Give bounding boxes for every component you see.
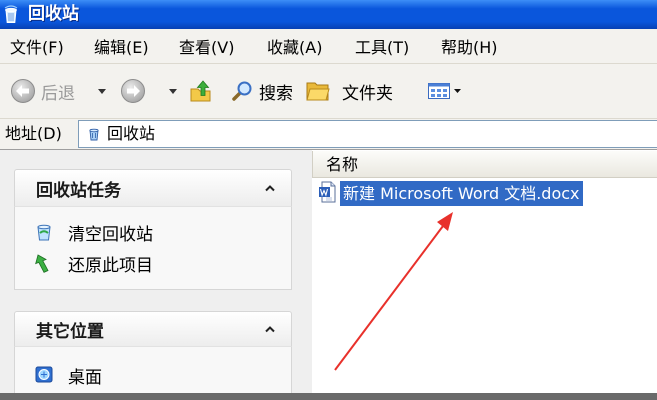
- window-bottom-border: [0, 393, 657, 400]
- panel-recycle-bin-tasks: 回收站任务 清空回收站 还原此项目: [14, 169, 292, 290]
- address-label: 地址(D): [5, 124, 62, 143]
- collapse-button[interactable]: [264, 312, 276, 346]
- chevron-down-icon: [169, 88, 177, 94]
- back-dropdown[interactable]: [98, 64, 106, 118]
- empty-recycle-bin-icon: [37, 224, 51, 241]
- main-area: 回收站任务 清空回收站 还原此项目 其它位置 桌面 名称 新建 Microsof…: [0, 150, 657, 393]
- restore-item-icon: [35, 254, 49, 273]
- file-item[interactable]: 新建 Microsoft Word 文档.docx: [312, 180, 657, 206]
- address-value: 回收站: [107, 124, 156, 143]
- task-pane: 回收站任务 清空回收站 还原此项目 其它位置 桌面: [0, 150, 312, 393]
- panel-header[interactable]: 回收站任务: [14, 169, 292, 206]
- collapse-button[interactable]: [264, 170, 276, 206]
- folders-label: 文件夹: [342, 83, 393, 104]
- title-bar[interactable]: 回收站: [0, 0, 657, 29]
- task-label: 清空回收站: [68, 224, 153, 245]
- file-list[interactable]: 名称 新建 Microsoft Word 文档.docx: [312, 150, 657, 393]
- restore-item-link[interactable]: 还原此项目: [35, 251, 153, 276]
- task-label: 桌面: [68, 367, 102, 388]
- back-button[interactable]: 后退: [10, 64, 75, 118]
- up-button[interactable]: [189, 64, 213, 118]
- menu-help[interactable]: 帮助(H): [441, 34, 498, 58]
- address-bar: 地址(D) 回收站: [0, 118, 657, 150]
- search-icon: [232, 81, 252, 101]
- views-icon: [428, 83, 450, 99]
- column-header-name[interactable]: 名称: [312, 151, 657, 178]
- menu-file[interactable]: 文件(F): [10, 34, 94, 58]
- empty-recycle-bin-link[interactable]: 清空回收站: [35, 220, 153, 245]
- chevron-up-icon: [265, 185, 275, 192]
- recycle-bin-icon: [89, 128, 99, 141]
- chevron-down-icon[interactable]: [454, 89, 461, 93]
- panel-title: 其它位置: [36, 321, 104, 342]
- address-field[interactable]: 回收站: [78, 120, 657, 148]
- desktop-link[interactable]: 桌面: [35, 363, 102, 388]
- column-label: 名称: [326, 155, 359, 174]
- chevron-down-icon: [98, 88, 106, 94]
- forward-dropdown[interactable]: [169, 64, 177, 118]
- panel-body: 清空回收站 还原此项目: [14, 206, 292, 290]
- panel-body: 桌面: [14, 346, 292, 393]
- toolbar: 后退 搜索 文件夹: [0, 64, 657, 118]
- window-title: 回收站: [28, 4, 79, 24]
- panel-title: 回收站任务: [36, 180, 121, 201]
- views-button[interactable]: [427, 64, 461, 118]
- task-label: 还原此项目: [68, 255, 153, 276]
- panel-other-places: 其它位置 桌面: [14, 311, 292, 393]
- search-label: 搜索: [259, 83, 293, 104]
- recycle-bin-icon[interactable]: [3, 5, 19, 24]
- back-label: 后退: [41, 83, 75, 104]
- folder-icon: [306, 82, 330, 101]
- forward-button[interactable]: [120, 64, 146, 118]
- menu-bar: 文件(F) 编辑(E) 查看(V) 收藏(A) 工具(T) 帮助(H): [0, 29, 657, 64]
- up-folder-icon: [190, 80, 211, 102]
- menu-edit[interactable]: 编辑(E): [94, 34, 179, 58]
- back-arrow-icon: [11, 79, 35, 103]
- menu-tools[interactable]: 工具(T): [355, 34, 441, 58]
- folders-button[interactable]: 文件夹: [305, 64, 393, 118]
- search-button[interactable]: 搜索: [230, 64, 293, 118]
- forward-arrow-icon: [121, 79, 145, 103]
- word-document-icon[interactable]: [318, 181, 338, 203]
- desktop-icon: [35, 366, 53, 383]
- chevron-up-icon: [265, 326, 275, 333]
- panel-header[interactable]: 其它位置: [14, 311, 292, 346]
- menu-view[interactable]: 查看(V): [179, 34, 267, 58]
- menu-favorites[interactable]: 收藏(A): [267, 34, 355, 58]
- file-name[interactable]: 新建 Microsoft Word 文档.docx: [340, 181, 583, 206]
